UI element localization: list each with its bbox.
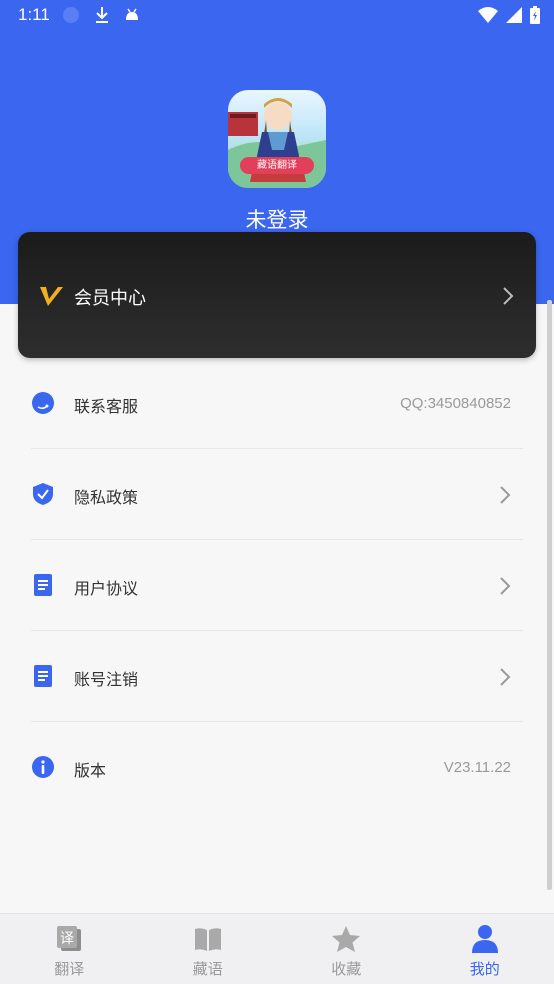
menu-item-version[interactable]: 版本 V23.11.22 [31, 722, 523, 813]
status-time: 1:11 [18, 5, 50, 24]
battery-icon [530, 6, 540, 24]
menu-item-user-agreement[interactable]: 用户协议 [31, 540, 523, 631]
status-icons-right [478, 6, 540, 24]
signal-icon [506, 7, 522, 23]
logo-badge: 藏语翻译 [240, 157, 314, 174]
nav-item-tibetan[interactable]: 藏语 [139, 914, 278, 984]
menu-label: 用户协议 [74, 579, 139, 598]
book-icon [194, 928, 221, 951]
document-icon [34, 574, 52, 596]
nav-label: 藏语 [192, 960, 223, 978]
status-icons-left [62, 6, 140, 24]
menu-label: 账号注销 [74, 670, 139, 689]
chevron-right-icon [500, 668, 511, 686]
bottom-navigation: 译 翻译 藏语 收藏 我的 [0, 913, 554, 984]
vip-label: 会员中心 [74, 288, 146, 309]
scrollbar[interactable] [547, 300, 552, 890]
login-status[interactable]: 未登录 [0, 204, 554, 234]
menu-item-privacy-policy[interactable]: 隐私政策 [31, 449, 523, 540]
android-icon [126, 8, 138, 20]
menu-value: QQ:3450840852 [400, 395, 511, 412]
chevron-right-icon [500, 577, 511, 595]
settings-menu: 联系客服 QQ:3450840852 隐私政策 用户协议 账号注销 版本 V23… [0, 358, 554, 813]
shield-icon [33, 483, 53, 505]
star-icon [332, 926, 361, 952]
chevron-right-icon [500, 486, 511, 504]
status-bar: 1:11 [0, 0, 554, 32]
menu-label: 隐私政策 [74, 488, 139, 507]
nav-item-favorites[interactable]: 收藏 [277, 914, 416, 984]
menu-item-customer-service[interactable]: 联系客服 QQ:3450840852 [31, 358, 523, 449]
person-icon [471, 925, 498, 953]
nav-label: 翻译 [54, 960, 85, 978]
nav-item-translate[interactable]: 译 翻译 [0, 914, 139, 984]
circle-notification-icon [63, 7, 79, 23]
document-icon [34, 665, 52, 687]
translate-icon: 译 [57, 926, 82, 951]
headset-icon [32, 392, 54, 414]
wifi-icon [478, 7, 498, 23]
app-logo-avatar[interactable]: 藏语翻译 [228, 90, 326, 188]
svg-text:译: 译 [60, 931, 74, 947]
info-icon [32, 756, 54, 778]
chevron-right-icon [503, 287, 514, 305]
menu-value: V23.11.22 [443, 759, 511, 776]
vip-center-card[interactable]: 会员中心 [18, 232, 536, 358]
nav-item-mine[interactable]: 我的 [416, 914, 554, 984]
vip-v-icon [40, 287, 63, 306]
menu-label: 版本 [74, 761, 107, 780]
nav-label: 我的 [469, 960, 500, 978]
download-icon [96, 7, 108, 23]
menu-item-account-deletion[interactable]: 账号注销 [31, 631, 523, 722]
menu-label: 联系客服 [74, 397, 139, 416]
nav-label: 收藏 [331, 960, 362, 978]
